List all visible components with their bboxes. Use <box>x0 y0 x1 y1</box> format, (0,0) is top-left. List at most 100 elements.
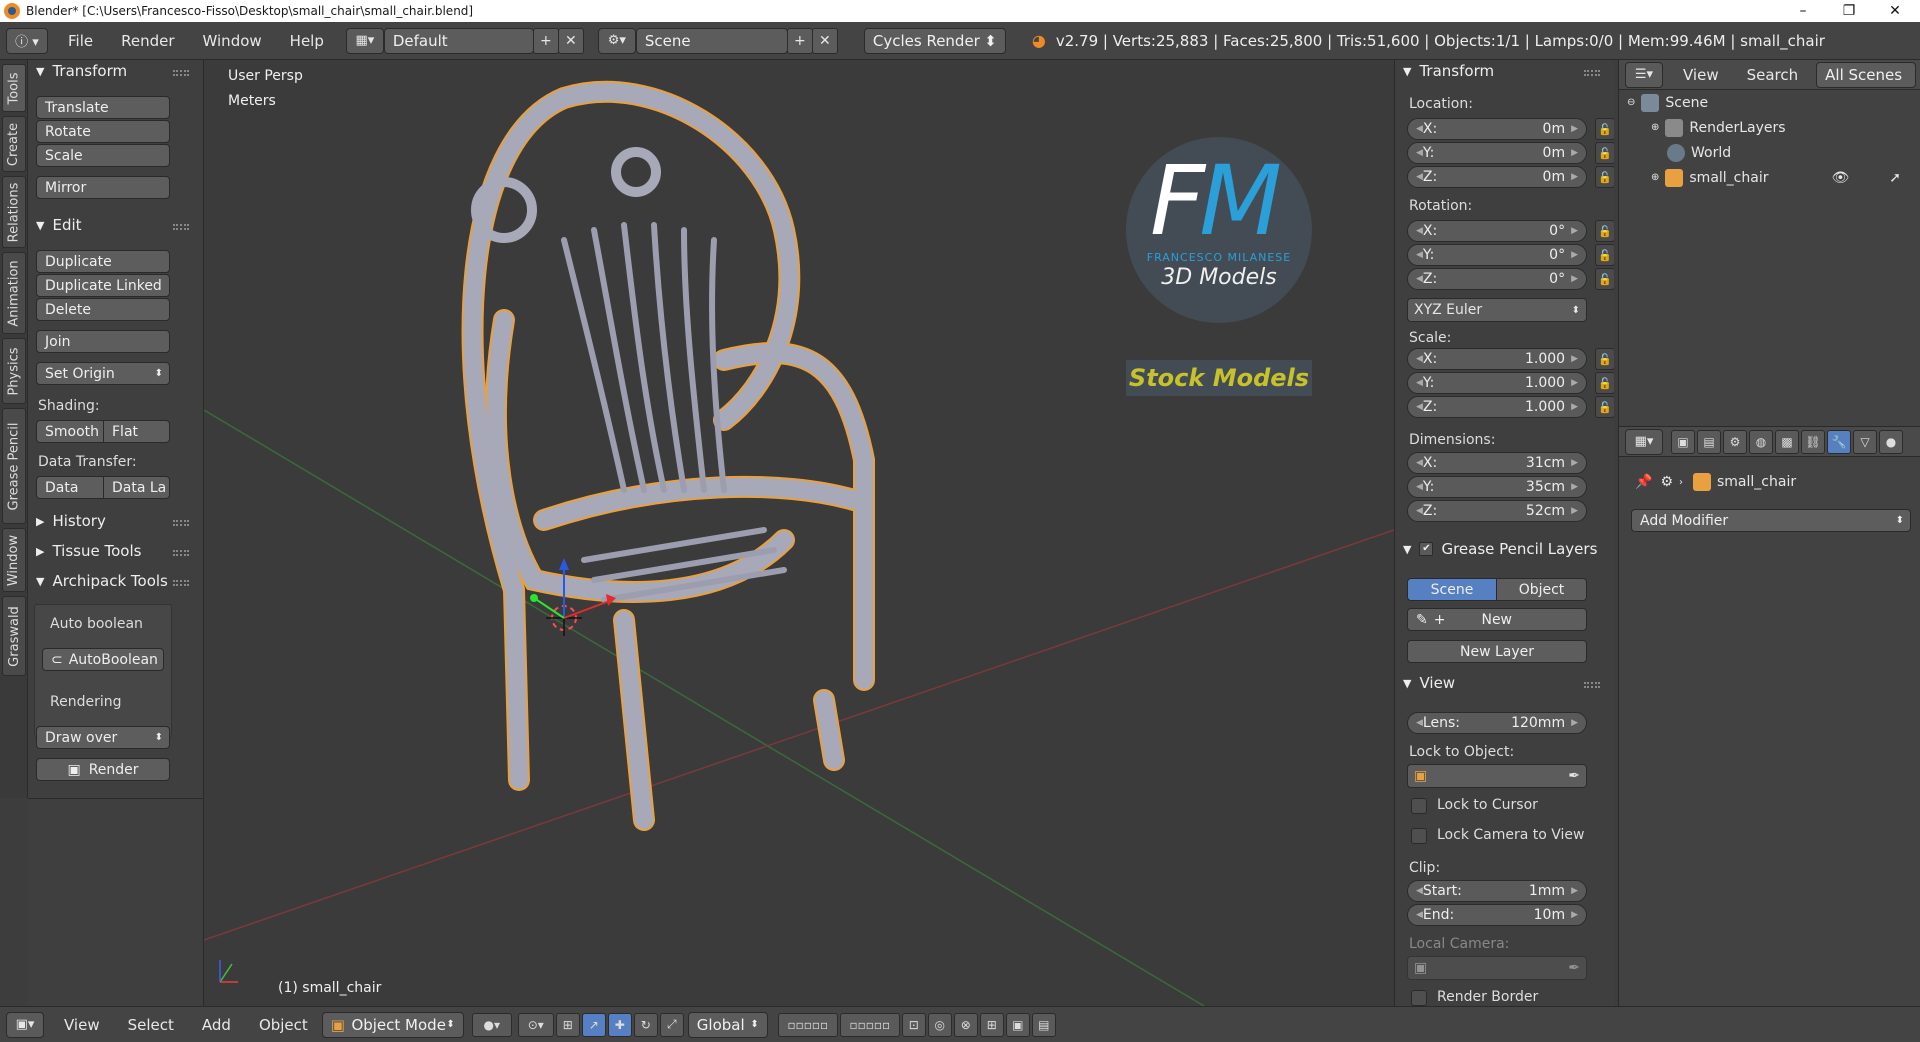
lock-object-field[interactable]: ▣ ✒ <box>1407 764 1587 788</box>
flat-shading-button[interactable]: Flat <box>103 420 170 443</box>
menu-view[interactable]: View <box>50 1016 114 1034</box>
snap-toggle-icon[interactable]: ⊗ <box>953 1012 978 1037</box>
increment-arrow-icon[interactable]: ▶ <box>1571 718 1578 728</box>
scene-icon[interactable]: ⚙▾ <box>597 27 636 54</box>
increment-arrow-icon[interactable]: ▶ <box>1571 172 1578 182</box>
increment-arrow-icon[interactable]: ▶ <box>1571 482 1578 492</box>
transform-panel-header[interactable]: ▼ Transform <box>36 62 127 80</box>
decrement-arrow-icon[interactable]: ◀ <box>1416 274 1423 284</box>
decrement-arrow-icon[interactable]: ◀ <box>1416 172 1423 182</box>
outliner-row-small-chair[interactable]: ⊕ small_chair 👁 ➚ <box>1619 165 1920 190</box>
decrement-arrow-icon[interactable]: ◀ <box>1416 148 1423 158</box>
add-modifier-select[interactable]: Add Modifier ⬍ <box>1631 509 1911 532</box>
clip-end-field[interactable]: ◀ End: 10m ▶ <box>1407 904 1587 926</box>
minimize-button[interactable]: – <box>1780 0 1826 22</box>
tissue-tools-panel-header[interactable]: ▶ Tissue Tools <box>36 542 141 560</box>
snap-element-icon[interactable]: ⊞ <box>979 1012 1004 1037</box>
tab-graswald[interactable]: Graswald <box>2 596 26 676</box>
lock-camera-checkbox[interactable] <box>1411 828 1427 844</box>
scene-layers-2-icon[interactable]: ▫▫▫▫▫ <box>839 1012 900 1037</box>
gp-enable-checkbox[interactable]: ✔ <box>1419 542 1434 556</box>
rotation-mode-select[interactable]: XYZ Euler ⬍ <box>1407 298 1587 322</box>
decrement-arrow-icon[interactable]: ◀ <box>1416 250 1423 260</box>
menu-window[interactable]: Window <box>189 32 276 50</box>
decrement-arrow-icon[interactable]: ◀ <box>1416 354 1423 364</box>
viewport-shading-icon[interactable]: ●▾ <box>471 1012 512 1037</box>
3d-viewport[interactable]: User Persp Meters (1) small_chair FM FRA… <box>204 60 1394 1006</box>
data-transfer-button[interactable]: Data <box>36 476 104 499</box>
increment-arrow-icon[interactable]: ▶ <box>1571 402 1578 412</box>
manipulator-scale-icon[interactable]: ⤢ <box>659 1012 684 1037</box>
rotation-z-field[interactable]: ◀ Z: 0° ▶ <box>1407 268 1587 290</box>
eyedropper-icon[interactable]: ✒ <box>1568 960 1580 976</box>
outliner-display-mode-select[interactable]: All Scenes <box>1816 61 1917 88</box>
lens-field[interactable]: ◀ Lens: 120mm ▶ <box>1407 712 1587 734</box>
render-border-checkbox[interactable] <box>1411 990 1427 1006</box>
eyedropper-icon[interactable]: ✒ <box>1568 768 1580 784</box>
lock-icon[interactable]: 🔓 <box>1595 166 1614 188</box>
panel-grip-icon[interactable] <box>173 224 189 230</box>
edit-panel-header[interactable]: ▼ Edit <box>36 216 82 234</box>
location-y-field[interactable]: ◀ Y: 0m ▶ <box>1407 142 1587 164</box>
decrement-arrow-icon[interactable]: ◀ <box>1416 402 1423 412</box>
lock-icon[interactable]: 🔓 <box>1595 142 1614 164</box>
tab-physics[interactable]: Physics <box>2 338 26 404</box>
render-layers-tab-icon[interactable]: ▤ <box>1697 429 1721 454</box>
rotate-button[interactable]: Rotate <box>36 120 170 143</box>
remove-scene-button[interactable]: ✕ <box>811 27 838 54</box>
decrement-arrow-icon[interactable]: ◀ <box>1416 378 1423 388</box>
editor-type-info-button[interactable]: ⓘ ▾ <box>6 27 48 54</box>
decrement-arrow-icon[interactable]: ◀ <box>1416 458 1423 468</box>
outliner-row-world[interactable]: World <box>1619 140 1920 165</box>
manipulator-translate-icon[interactable]: ↗ <box>581 1012 606 1037</box>
maximize-button[interactable]: ❐ <box>1826 0 1872 22</box>
clip-start-field[interactable]: ◀ Start: 1mm ▶ <box>1407 880 1587 902</box>
increment-arrow-icon[interactable]: ▶ <box>1571 378 1578 388</box>
gp-object-toggle[interactable]: Object <box>1496 578 1587 601</box>
tab-window[interactable]: Window <box>2 528 26 592</box>
lock-to-cursor-checkbox[interactable] <box>1411 798 1427 814</box>
expand-toggle-icon[interactable]: ⊕ <box>1651 172 1659 183</box>
lock-icon[interactable]: 🔓 <box>1595 118 1614 140</box>
increment-arrow-icon[interactable]: ▶ <box>1571 886 1578 896</box>
add-scene-button[interactable]: + <box>786 27 813 54</box>
material-tab-icon[interactable]: ● <box>1879 429 1903 454</box>
panel-grip-icon[interactable] <box>1584 70 1600 76</box>
npanel-view-header[interactable]: ▼ View <box>1403 674 1455 692</box>
panel-grip-icon[interactable] <box>173 550 189 556</box>
set-origin-select[interactable]: Set Origin ⬍ <box>36 362 170 385</box>
decrement-arrow-icon[interactable]: ◀ <box>1416 482 1423 492</box>
lock-icon[interactable]: 🔓 <box>1595 396 1614 418</box>
opengl-render-icon[interactable]: ▣ <box>1005 1012 1030 1037</box>
screen-layout-icon[interactable]: ▦▾ <box>345 27 384 54</box>
world-tab-icon[interactable]: ◍ <box>1749 429 1773 454</box>
tab-create[interactable]: Create <box>2 116 26 172</box>
outliner-row-scene[interactable]: ⊖ Scene <box>1619 90 1920 115</box>
decrement-arrow-icon[interactable]: ◀ <box>1416 226 1423 236</box>
interaction-mode-select[interactable]: ▣ Object Mode ⬍ <box>321 1011 464 1038</box>
close-window-button[interactable]: ✕ <box>1872 0 1918 22</box>
outliner-row-renderlayers[interactable]: ⊕ RenderLayers <box>1619 115 1920 140</box>
tab-grease-pencil[interactable]: Grease Pencil <box>2 408 26 524</box>
dimension-y-field[interactable]: ◀ Y: 35cm ▶ <box>1407 476 1587 498</box>
menu-select[interactable]: Select <box>114 1016 188 1034</box>
transform-orientation-select[interactable]: Global ⬍ <box>687 1011 768 1038</box>
tab-animation[interactable]: Animation <box>2 252 26 334</box>
selectability-cursor-icon[interactable]: ➚ <box>1889 170 1901 186</box>
translate-button[interactable]: Translate <box>36 96 170 119</box>
location-x-field[interactable]: ◀ X: 0m ▶ <box>1407 118 1587 140</box>
scene-tab-icon[interactable]: ⚙ <box>1723 429 1747 454</box>
lock-icon[interactable]: 🔓 <box>1595 372 1614 394</box>
location-z-field[interactable]: ◀ Z: 0m ▶ <box>1407 166 1587 188</box>
render-engine-select[interactable]: Cycles Render ⬍ <box>863 27 1006 54</box>
chair-model[interactable] <box>461 80 875 831</box>
decrement-arrow-icon[interactable]: ◀ <box>1416 124 1423 134</box>
grease-pencil-layers-header[interactable]: ▼ ✔ Grease Pencil Layers <box>1403 540 1597 558</box>
gp-scene-toggle[interactable]: Scene <box>1407 578 1497 601</box>
object-tab-icon[interactable]: ▩ <box>1775 429 1799 454</box>
menu-render[interactable]: Render <box>107 32 188 50</box>
collapse-toggle-icon[interactable]: ⊖ <box>1627 97 1635 108</box>
layer-lock-icon[interactable]: ⊡ <box>901 1012 926 1037</box>
manipulator-move-icon[interactable]: ✚ <box>607 1012 632 1037</box>
decrement-arrow-icon[interactable]: ◀ <box>1416 910 1423 920</box>
